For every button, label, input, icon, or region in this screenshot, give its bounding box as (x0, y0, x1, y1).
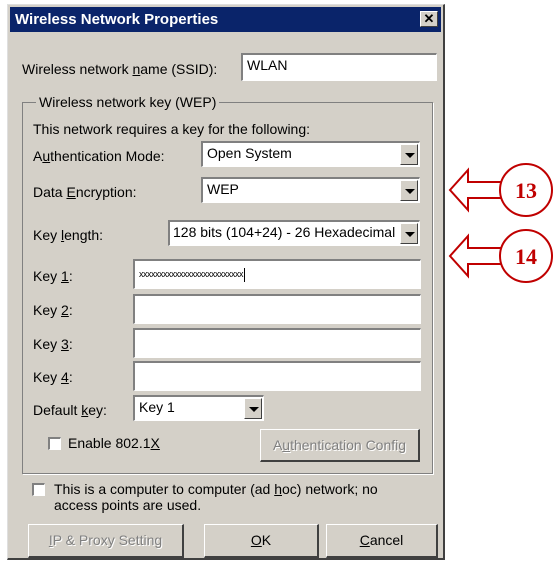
adhoc-label: This is a computer to computer (ad hoc) … (54, 481, 378, 513)
key-4-input[interactable] (133, 361, 421, 391)
ssid-label: Wireless network name (SSID): (22, 61, 218, 77)
key-length-label: Key length: (33, 227, 104, 243)
wep-group-legend: Wireless network key (WEP) (36, 94, 220, 110)
wireless-network-properties-dialog: Wireless Network Properties ✕ Wireless n… (7, 4, 445, 560)
key-length-value: 128 bits (104+24) - 26 Hexadecimal (173, 224, 396, 240)
ip-proxy-setting-button[interactable]: IP & Proxy Setting (28, 524, 184, 558)
key-4-label: Key 4: (33, 369, 73, 385)
key-1-input[interactable]: xxxxxxxxxxxxxxxxxxxxxxxxxx (133, 259, 421, 289)
authentication-mode-select[interactable]: Open System (201, 141, 420, 167)
adhoc-checkbox[interactable] (32, 483, 45, 496)
default-key-label: Default key: (33, 402, 107, 418)
authentication-config-button[interactable]: Authentication Config (260, 429, 420, 462)
chevron-down-icon[interactable] (244, 398, 262, 419)
callout-number: 14 (515, 244, 537, 269)
left-arrow-icon (448, 233, 507, 279)
ssid-input[interactable]: WLAN (241, 53, 437, 81)
default-key-select[interactable]: Key 1 (133, 395, 264, 421)
ok-button[interactable]: OK (204, 524, 319, 558)
key-1-value: xxxxxxxxxxxxxxxxxxxxxxxxxx (139, 269, 244, 279)
left-arrow-icon (448, 167, 507, 213)
cancel-button[interactable]: Cancel (326, 524, 438, 558)
key-1-label: Key 1: (33, 268, 73, 284)
key-required-note: This network requires a key for the foll… (33, 121, 311, 137)
data-encryption-select[interactable]: WEP (201, 177, 420, 203)
authentication-mode-value: Open System (207, 145, 292, 161)
close-button[interactable]: ✕ (420, 11, 438, 27)
close-icon: ✕ (423, 11, 435, 26)
title-bar[interactable]: Wireless Network Properties ✕ (10, 7, 441, 32)
authentication-mode-label: Authentication Mode: (33, 148, 165, 164)
chevron-down-icon[interactable] (400, 180, 418, 201)
chevron-down-icon[interactable] (400, 144, 418, 165)
data-encryption-label: Data Encryption: (33, 184, 137, 200)
data-encryption-value: WEP (207, 181, 239, 197)
enable-8021x-label: Enable 802.1X (68, 435, 160, 451)
text-caret (244, 267, 245, 282)
key-length-select[interactable]: 128 bits (104+24) - 26 Hexadecimal (168, 220, 420, 246)
dialog-title: Wireless Network Properties (15, 11, 219, 28)
key-2-label: Key 2: (33, 302, 73, 318)
callout-14: 14 (448, 229, 553, 283)
enable-8021x-checkbox[interactable] (48, 437, 61, 450)
key-3-input[interactable] (133, 328, 421, 358)
callout-13: 13 (448, 163, 553, 217)
callout-number: 13 (515, 178, 537, 203)
key-2-input[interactable] (133, 294, 421, 324)
chevron-down-icon[interactable] (400, 223, 418, 244)
key-3-label: Key 3: (33, 336, 73, 352)
default-key-value: Key 1 (139, 399, 175, 415)
